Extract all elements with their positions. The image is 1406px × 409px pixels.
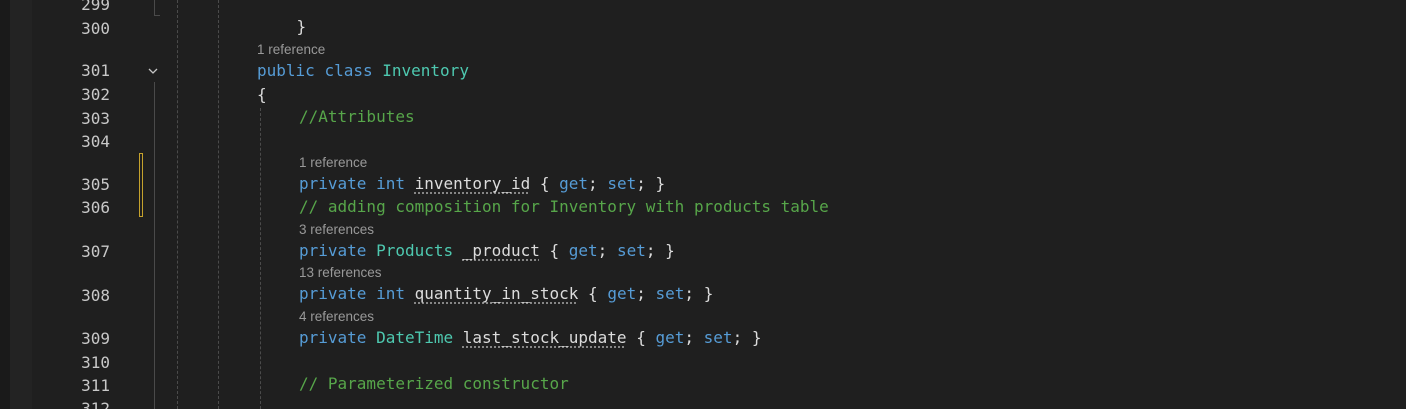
code-token: } [703, 284, 714, 303]
keyword-token: set [607, 174, 637, 193]
line-number: 312 [81, 399, 110, 409]
code-token: ; [684, 284, 695, 303]
line-number: 302 [81, 85, 110, 104]
indent-guide [218, 0, 219, 409]
comment-token: //Attributes [299, 107, 415, 126]
keyword-token: set [616, 241, 646, 260]
code-token: ; [636, 174, 646, 193]
line-number: 309 [81, 329, 110, 348]
code-token: ; [588, 174, 598, 193]
code-token: { [636, 328, 646, 347]
indent-guide [177, 0, 178, 409]
keyword-token: get [655, 328, 685, 347]
code-token: { [539, 174, 550, 193]
keyword-token: class [324, 61, 373, 80]
keyword-token: public [257, 61, 315, 80]
keyword-token: set [703, 328, 733, 347]
code-line[interactable]: private Products _product { get; set; } [299, 240, 675, 262]
line-number: 306 [81, 198, 110, 217]
code-token: } [751, 328, 762, 347]
class-name-token: Inventory [382, 61, 469, 80]
property-name-token: _product [462, 241, 540, 260]
chevron-down-icon[interactable] [145, 63, 161, 79]
property-name-token: inventory_id [414, 174, 531, 193]
keyword-token: get [559, 174, 589, 193]
code-line[interactable]: //Attributes [299, 106, 415, 128]
line-number: 305 [81, 175, 110, 194]
type-name-token: DateTime [376, 328, 454, 347]
line-number: 303 [81, 109, 110, 128]
code-token: ; [645, 241, 656, 260]
code-lens-references[interactable]: 4 references [299, 308, 374, 326]
code-lens-references[interactable]: 1 reference [257, 41, 325, 59]
code-line[interactable]: } [258, 0, 307, 36]
code-token: { [588, 284, 598, 303]
keyword-token: int [376, 174, 405, 193]
line-number: 307 [81, 242, 110, 261]
line-number: 308 [81, 286, 110, 305]
code-line[interactable]: { [257, 84, 267, 106]
code-line[interactable]: private DateTime last_stock_update { get… [299, 327, 761, 349]
code-editor: 299 300 301 302 303 304 305 306 307 308 … [0, 0, 1406, 409]
glyph-margin [10, 0, 32, 409]
code-token: ; [636, 284, 646, 303]
keyword-token: private [299, 241, 367, 260]
comment-token: // Parameterized constructor [299, 374, 569, 393]
code-token: { [549, 241, 560, 260]
property-name-token: quantity_in_stock [414, 284, 579, 303]
code-token: } [296, 17, 307, 36]
code-lens-references[interactable]: 1 reference [299, 154, 367, 172]
fold-region-line [154, 82, 155, 409]
code-token: ; [684, 328, 695, 347]
line-number: 311 [81, 376, 110, 395]
fold-region-line [154, 0, 155, 16]
line-number: 300 [81, 19, 110, 38]
code-line[interactable]: private int quantity_in_stock { get; set… [299, 283, 713, 305]
code-token: { [257, 85, 267, 104]
line-number: 301 [81, 61, 110, 80]
keyword-token: private [299, 174, 367, 193]
line-number: 310 [81, 353, 110, 372]
indent-guide [260, 108, 261, 409]
code-token: ; [597, 241, 608, 260]
property-name-token: last_stock_update [462, 328, 627, 347]
keyword-token: get [568, 241, 598, 260]
keyword-token: set [655, 284, 685, 303]
modified-lines-marker [139, 153, 143, 217]
code-token: ; [732, 328, 743, 347]
code-line[interactable]: // adding composition for Inventory with… [299, 196, 829, 218]
code-token: } [665, 241, 675, 260]
keyword-token: get [607, 284, 637, 303]
line-number: 299 [81, 0, 110, 14]
code-token: } [655, 174, 666, 193]
keyword-token: int [376, 284, 405, 303]
type-name-token: Products [376, 241, 454, 260]
code-line[interactable]: // Parameterized constructor [299, 373, 569, 395]
comment-token: // adding composition for Inventory with… [299, 197, 829, 216]
code-line[interactable]: private int inventory_id { get; set; } [299, 173, 665, 195]
line-number: 304 [81, 132, 110, 151]
editor-left-margin [0, 0, 10, 409]
fold-region-end [154, 15, 160, 16]
keyword-token: private [299, 284, 367, 303]
code-lens-references[interactable]: 3 references [299, 221, 374, 239]
code-line[interactable]: public class Inventory [257, 60, 469, 82]
code-lens-references[interactable]: 13 references [299, 264, 382, 282]
keyword-token: private [299, 328, 367, 347]
